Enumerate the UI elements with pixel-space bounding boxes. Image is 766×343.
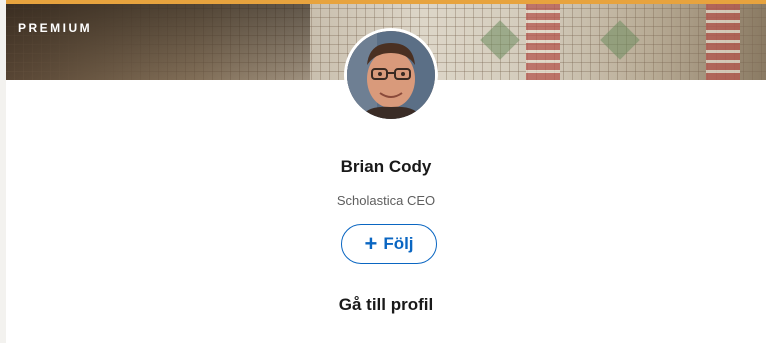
banner-shade [6, 4, 310, 80]
follow-label: Följ [383, 234, 414, 253]
follow-button[interactable]: + Följ [341, 224, 437, 264]
plus-icon: + [364, 231, 378, 256]
banner-tile [526, 4, 560, 80]
banner-tile [600, 20, 640, 60]
avatar[interactable] [344, 28, 438, 122]
banner-tile [480, 20, 520, 60]
profile-card: PREMIUM Brian Cody Scholastica CEO + Föl… [6, 0, 766, 343]
avatar-photo [347, 31, 435, 119]
banner-tile [706, 4, 740, 80]
go-to-profile-link[interactable]: Gå till profil [6, 295, 766, 315]
profile-headline: Scholastica CEO [336, 193, 436, 208]
profile-name[interactable]: Brian Cody [6, 157, 766, 177]
avatar-image [347, 31, 435, 119]
premium-badge: PREMIUM [18, 21, 93, 35]
